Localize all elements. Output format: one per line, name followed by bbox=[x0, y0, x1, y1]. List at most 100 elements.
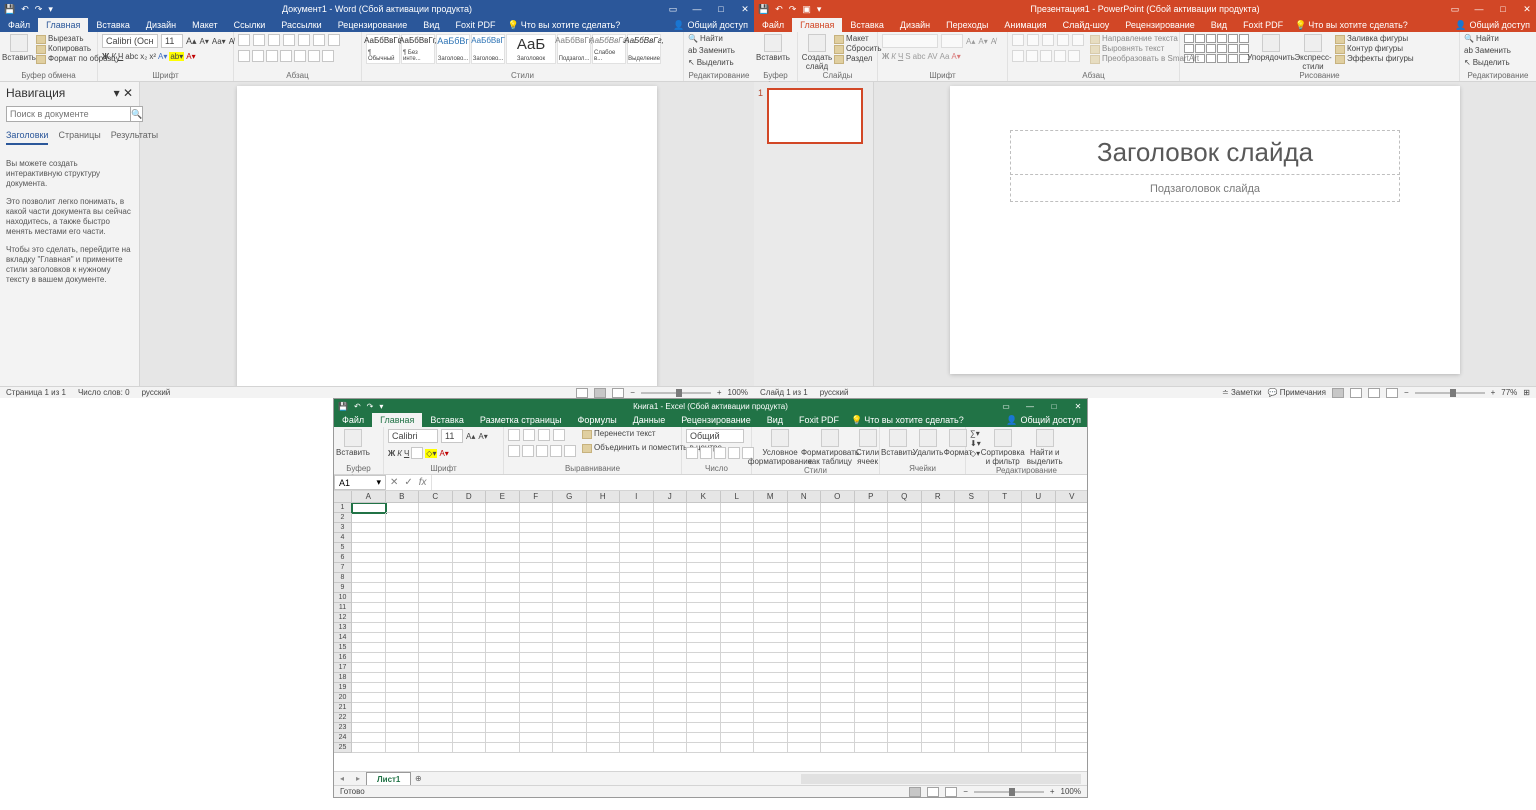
cell[interactable] bbox=[754, 743, 788, 753]
cell[interactable] bbox=[922, 733, 956, 743]
autosum-icon[interactable]: ∑▾ bbox=[970, 429, 981, 438]
cell[interactable] bbox=[553, 513, 587, 523]
cell[interactable] bbox=[587, 683, 621, 693]
cell[interactable] bbox=[587, 643, 621, 653]
tab-file[interactable]: Файл bbox=[0, 18, 38, 32]
tab-home[interactable]: Главная bbox=[372, 413, 422, 427]
column-header[interactable]: D bbox=[453, 491, 487, 503]
cell[interactable] bbox=[955, 643, 989, 653]
sheet-nav-prev-icon[interactable]: ◂ bbox=[334, 774, 350, 783]
cell[interactable] bbox=[855, 523, 889, 533]
cell[interactable] bbox=[352, 603, 386, 613]
ribbon-options-icon[interactable]: ▭ bbox=[666, 4, 680, 15]
cell[interactable] bbox=[520, 643, 554, 653]
shape-fill-button[interactable]: Заливка фигуры bbox=[1335, 34, 1414, 44]
cell[interactable] bbox=[419, 533, 453, 543]
cell[interactable] bbox=[453, 603, 487, 613]
cell[interactable] bbox=[1022, 683, 1056, 693]
cell[interactable] bbox=[419, 593, 453, 603]
cell[interactable] bbox=[386, 603, 420, 613]
column-header[interactable]: R bbox=[922, 491, 956, 503]
cell[interactable] bbox=[1022, 643, 1056, 653]
cell[interactable] bbox=[955, 503, 989, 513]
cell[interactable] bbox=[855, 533, 889, 543]
cell[interactable] bbox=[754, 523, 788, 533]
cell[interactable] bbox=[754, 543, 788, 553]
cell[interactable] bbox=[654, 553, 688, 563]
cell[interactable] bbox=[754, 643, 788, 653]
cell[interactable] bbox=[453, 723, 487, 733]
italic-button[interactable]: К bbox=[111, 52, 116, 61]
cell[interactable] bbox=[888, 683, 922, 693]
cell[interactable] bbox=[888, 543, 922, 553]
cell[interactable] bbox=[654, 643, 688, 653]
cell[interactable] bbox=[989, 583, 1023, 593]
cell[interactable] bbox=[687, 693, 721, 703]
cell[interactable] bbox=[1056, 633, 1088, 643]
new-slide-button[interactable]: Создать слайд bbox=[802, 34, 832, 71]
cell[interactable] bbox=[419, 573, 453, 583]
decimal-inc-icon[interactable] bbox=[728, 447, 740, 459]
add-sheet-icon[interactable]: ⊕ bbox=[411, 774, 425, 783]
cell[interactable] bbox=[587, 523, 621, 533]
cell[interactable] bbox=[989, 683, 1023, 693]
row-header[interactable]: 12 bbox=[334, 613, 352, 623]
cell[interactable] bbox=[553, 713, 587, 723]
cell[interactable] bbox=[486, 583, 520, 593]
cell[interactable] bbox=[855, 603, 889, 613]
cell[interactable] bbox=[486, 543, 520, 553]
cell[interactable] bbox=[687, 653, 721, 663]
cell[interactable] bbox=[453, 703, 487, 713]
grow-font-icon[interactable]: A▴ bbox=[186, 36, 197, 47]
cell[interactable] bbox=[955, 663, 989, 673]
cell[interactable] bbox=[620, 673, 654, 683]
row-header[interactable]: 9 bbox=[334, 583, 352, 593]
zoom-out-icon[interactable]: − bbox=[630, 388, 635, 397]
cell[interactable] bbox=[955, 633, 989, 643]
cell[interactable] bbox=[453, 713, 487, 723]
cell[interactable] bbox=[453, 643, 487, 653]
cell[interactable] bbox=[520, 523, 554, 533]
font-family-dropdown[interactable]: Calibri (Осн bbox=[102, 34, 158, 48]
cell[interactable] bbox=[687, 633, 721, 643]
cell[interactable] bbox=[1022, 653, 1056, 663]
cell[interactable] bbox=[419, 653, 453, 663]
cell[interactable] bbox=[486, 713, 520, 723]
cell[interactable] bbox=[386, 523, 420, 533]
cell[interactable] bbox=[955, 573, 989, 583]
cell[interactable] bbox=[486, 733, 520, 743]
change-case-icon[interactable]: Aa▾ bbox=[212, 37, 226, 46]
shape-icon[interactable] bbox=[1239, 34, 1249, 43]
row-header[interactable]: 22 bbox=[334, 713, 352, 723]
cell[interactable] bbox=[922, 633, 956, 643]
cell[interactable] bbox=[520, 663, 554, 673]
cell[interactable] bbox=[855, 623, 889, 633]
cell[interactable] bbox=[687, 733, 721, 743]
align-middle-icon[interactable] bbox=[523, 429, 535, 441]
cell[interactable] bbox=[888, 643, 922, 653]
cell[interactable] bbox=[788, 523, 822, 533]
cell[interactable] bbox=[587, 703, 621, 713]
cell[interactable] bbox=[721, 703, 755, 713]
tab-slideshow[interactable]: Слайд-шоу bbox=[1055, 18, 1118, 32]
cell[interactable] bbox=[587, 713, 621, 723]
cell[interactable] bbox=[687, 613, 721, 623]
cell[interactable] bbox=[922, 513, 956, 523]
cell[interactable] bbox=[821, 593, 855, 603]
bold-button[interactable]: Ж bbox=[388, 449, 395, 458]
column-header[interactable]: F bbox=[520, 491, 554, 503]
cell[interactable] bbox=[453, 683, 487, 693]
cell[interactable] bbox=[788, 643, 822, 653]
cell[interactable] bbox=[989, 703, 1023, 713]
cell[interactable] bbox=[821, 703, 855, 713]
cell[interactable] bbox=[922, 623, 956, 633]
cell[interactable] bbox=[654, 743, 688, 753]
cell[interactable] bbox=[386, 583, 420, 593]
minimize-icon[interactable]: — bbox=[1023, 402, 1037, 411]
cell[interactable] bbox=[888, 523, 922, 533]
read-view-icon[interactable] bbox=[576, 388, 588, 398]
save-icon[interactable]: 💾 bbox=[338, 402, 348, 411]
justify-icon[interactable] bbox=[1054, 50, 1066, 62]
cell[interactable] bbox=[419, 513, 453, 523]
tab-animations[interactable]: Анимация bbox=[996, 18, 1054, 32]
